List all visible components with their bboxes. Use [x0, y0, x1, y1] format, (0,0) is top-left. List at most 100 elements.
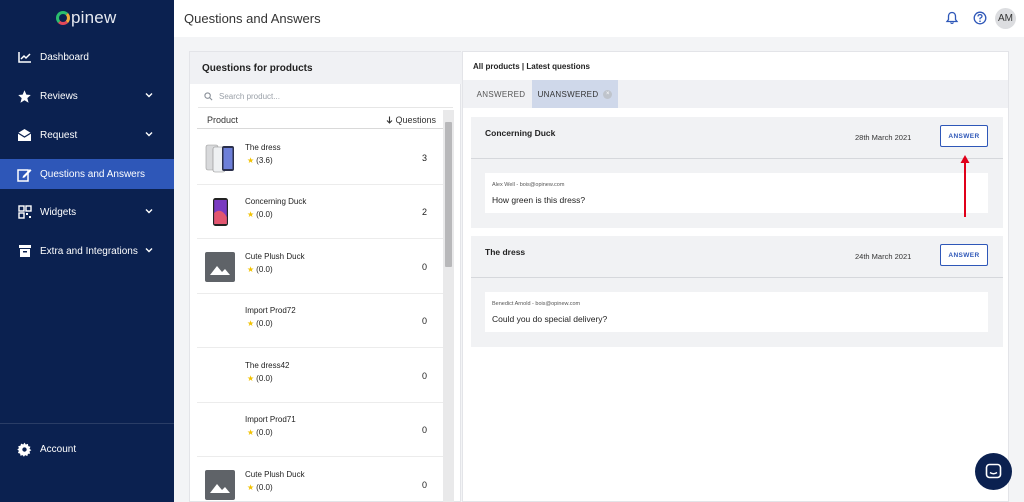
question-card-header: The dress 24th March 2021 ANSWER — [471, 236, 1003, 278]
chevron-down-icon — [145, 93, 153, 98]
products-table-header: Product Questions — [197, 112, 444, 129]
product-rating: ★ (0.0) — [247, 483, 273, 492]
product-name: Cute Plush Duck — [245, 470, 305, 479]
help-icon[interactable] — [973, 11, 987, 25]
star-icon: ★ — [247, 319, 255, 328]
search-icon — [204, 92, 213, 101]
product-rating: ★ (0.0) — [247, 265, 273, 274]
tab-answered[interactable]: ANSWERED — [471, 80, 531, 108]
sidebar-item-questions-and-answers[interactable]: Questions and Answers — [0, 159, 174, 189]
product-name: Import Prod72 — [245, 306, 296, 315]
product-name: The dress — [245, 143, 281, 152]
product-name: The dress42 — [245, 361, 290, 370]
star-icon: ★ — [247, 483, 255, 492]
chart-line-icon — [17, 50, 32, 65]
chat-launcher-button[interactable] — [975, 453, 1012, 490]
products-panel-header: Questions for products — [190, 52, 462, 84]
question-card: The dress 24th March 2021 ANSWER Benedic… — [471, 236, 1003, 347]
clear-tab-icon[interactable]: × — [603, 89, 613, 99]
opinew-logo[interactable]: pinew — [56, 8, 116, 28]
question-count: 0 — [421, 316, 427, 326]
question-card-header: Concerning Duck 28th March 2021 ANSWER — [471, 117, 1003, 159]
product-rating: ★ (0.0) — [247, 319, 273, 328]
question-tabs: ANSWERED UNANSWERED × — [463, 80, 1008, 108]
answer-button[interactable]: ANSWER — [940, 125, 988, 147]
page-title: Questions and Answers — [184, 11, 321, 26]
bell-icon[interactable] — [945, 11, 959, 25]
star-icon: ★ — [247, 428, 255, 437]
sidebar-item-reviews[interactable]: Reviews — [0, 81, 174, 111]
question-count: 0 — [421, 262, 427, 272]
sidebar-item-dashboard[interactable]: Dashboard — [0, 42, 174, 72]
sidebar-item-label: Questions and Answers — [40, 168, 146, 180]
answer-button[interactable]: ANSWER — [940, 244, 988, 266]
question-product-name[interactable]: The dress — [485, 247, 525, 257]
questions-panel: All products | Latest questions ANSWERED… — [462, 51, 1009, 502]
sidebar-item-label: Widgets — [40, 206, 77, 218]
question-count: 0 — [421, 425, 427, 435]
sidebar-item-label: Dashboard — [40, 51, 89, 63]
sidebar-item-label: Account — [40, 444, 77, 455]
widgets-icon — [17, 205, 32, 220]
products-scrollbar[interactable] — [443, 110, 454, 502]
product-name: Import Prod71 — [245, 415, 296, 424]
star-icon: ★ — [247, 210, 255, 219]
product-row[interactable]: Import Prod71 ★ (0.0) 0 — [197, 403, 444, 457]
sidebar-item-account[interactable]: Account — [0, 423, 174, 475]
sidebar-item-request[interactable]: Request — [0, 120, 174, 150]
product-row[interactable]: The dress42 ★ (0.0) 0 — [197, 349, 444, 403]
column-questions[interactable]: Questions — [386, 115, 436, 125]
question-author: Alex Well - bois@opinew.com — [492, 182, 565, 188]
product-row[interactable]: Cute Plush Duck ★ (0.0) 0 — [197, 458, 444, 502]
product-thumbnail — [213, 198, 228, 226]
question-text: Could you do special delivery? — [492, 314, 608, 324]
product-name: Cute Plush Duck — [245, 252, 305, 261]
sidebar-item-label: Extra and Integrations — [40, 245, 138, 257]
image-placeholder-icon — [205, 470, 235, 500]
product-rating: ★ (3.6) — [247, 156, 273, 165]
question-product-name[interactable]: Concerning Duck — [485, 128, 555, 138]
search-input[interactable]: Search product... — [219, 92, 280, 101]
star-icon — [17, 89, 32, 104]
logo-o-icon — [56, 11, 70, 25]
edit-icon — [17, 167, 32, 182]
question-body: Benedict Arnold - bois@opinew.com Could … — [485, 292, 988, 332]
product-row[interactable]: Import Prod72 ★ (0.0) 0 — [197, 294, 444, 348]
sidebar-item-label: Request — [40, 129, 78, 141]
product-search[interactable]: Search product... — [198, 86, 453, 108]
product-row[interactable]: Concerning Duck ★ (0.0) 2 — [197, 185, 444, 239]
sidebar-item-extra-and-integrations[interactable]: Extra and Integrations — [0, 236, 174, 266]
sidebar-item-widgets[interactable]: Widgets — [0, 197, 174, 227]
chat-icon — [985, 463, 1002, 479]
product-row[interactable]: The dress ★ (3.6) 3 — [197, 131, 444, 185]
tab-unanswered[interactable]: UNANSWERED × — [532, 80, 618, 108]
star-icon: ★ — [247, 265, 255, 274]
question-body: Alex Well - bois@opinew.com How green is… — [485, 173, 988, 213]
star-icon: ★ — [247, 156, 255, 165]
chevron-down-icon — [145, 132, 153, 137]
archive-icon — [17, 244, 32, 259]
gear-icon — [17, 442, 32, 457]
question-count: 2 — [421, 207, 427, 217]
chevron-down-icon — [145, 209, 153, 214]
question-date: 28th March 2021 — [855, 133, 912, 142]
product-rating: ★ (0.0) — [247, 374, 273, 383]
question-count: 3 — [421, 153, 427, 163]
products-panel: Questions for products Search product...… — [189, 51, 462, 502]
question-count: 0 — [421, 480, 427, 490]
products-panel-title: Questions for products — [202, 63, 313, 74]
annotation-arrow — [960, 155, 970, 217]
sidebar: pinew Dashboard Reviews Request Question… — [0, 0, 174, 502]
star-icon: ★ — [247, 374, 255, 383]
question-date: 24th March 2021 — [855, 252, 912, 261]
envelope-icon — [17, 128, 32, 143]
breadcrumb: All products | Latest questions — [473, 62, 590, 71]
top-bar: Questions and Answers AM — [174, 0, 1024, 37]
avatar[interactable]: AM — [995, 8, 1016, 29]
scrollbar-thumb[interactable] — [445, 122, 452, 267]
question-text: How green is this dress? — [492, 195, 586, 205]
product-rating: ★ (0.0) — [247, 428, 273, 437]
question-count: 0 — [421, 371, 427, 381]
product-row[interactable]: Cute Plush Duck ★ (0.0) 0 — [197, 240, 444, 294]
column-product[interactable]: Product — [207, 115, 238, 125]
